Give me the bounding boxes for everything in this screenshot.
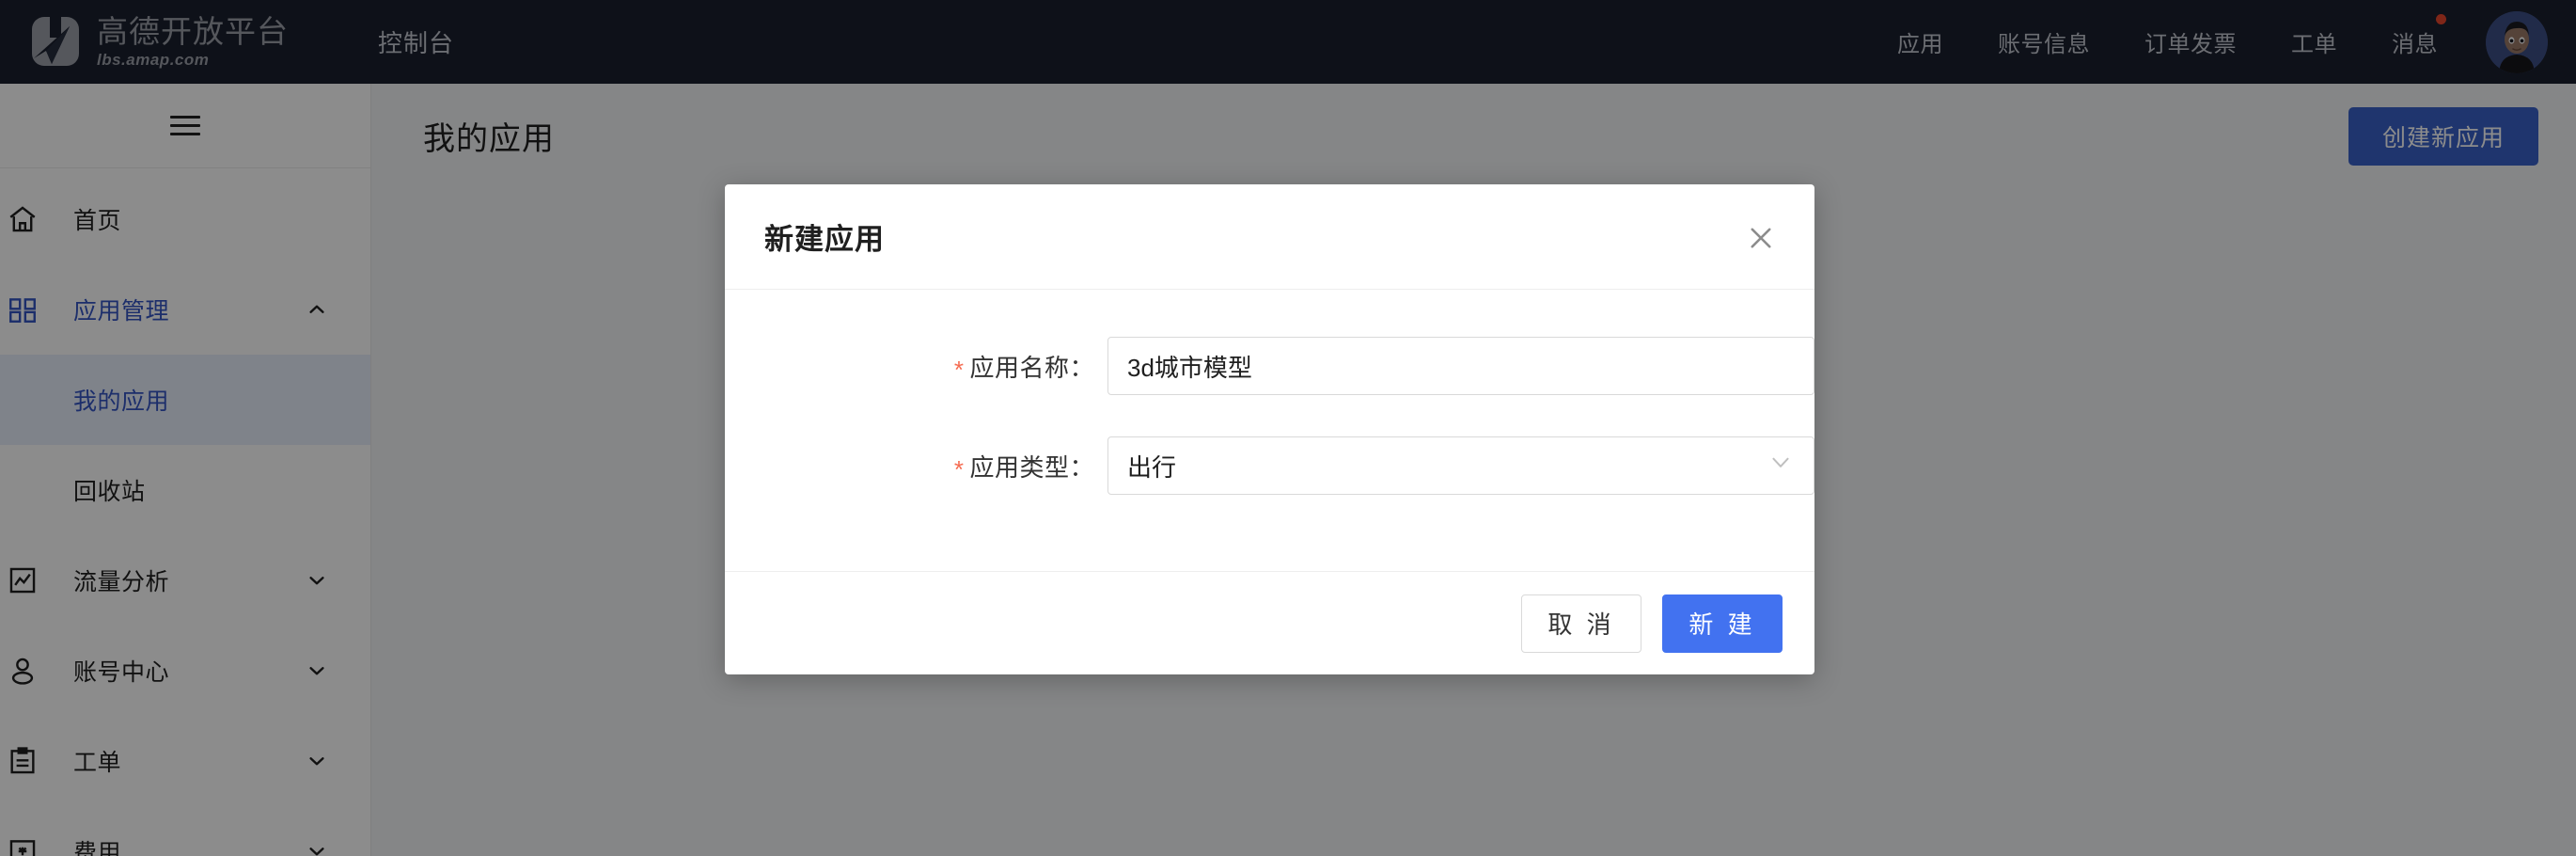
app-name-input[interactable] <box>1107 337 1814 395</box>
app-type-field-wrap: 出行 <box>1107 436 1814 495</box>
app-type-label-text: 应用类型： <box>969 452 1094 482</box>
dialog-footer: 取 消 新 建 <box>725 571 1814 674</box>
app-type-selected-value: 出行 <box>1127 452 1177 482</box>
new-app-dialog: 新建应用 *应用名称： *应用类型： <box>725 184 1814 674</box>
app-type-label: * 应用类型： <box>725 449 1107 483</box>
form-row-app-type: * 应用类型： 出行 <box>725 436 1814 495</box>
app-type-select[interactable]: 出行 <box>1107 436 1814 495</box>
form-row-app-name: * 应用名称： <box>725 337 1814 395</box>
app-name-field-wrap <box>1107 337 1814 395</box>
app-name-label-text: 应用名称： <box>969 353 1094 382</box>
close-icon[interactable] <box>1743 220 1779 256</box>
dialog-header: 新建应用 <box>725 184 1814 290</box>
chevron-down-icon <box>1768 451 1793 482</box>
required-marker: * <box>953 355 965 384</box>
confirm-create-button[interactable]: 新 建 <box>1662 594 1783 653</box>
dialog-body: *应用名称： *应用类型： 出行 <box>725 290 1814 571</box>
dialog-title: 新建应用 <box>764 223 885 256</box>
cancel-button[interactable]: 取 消 <box>1521 594 1641 653</box>
required-marker: * <box>953 454 965 483</box>
app-name-label: * 应用名称： <box>725 349 1107 384</box>
app-root: 高德开放平台 lbs.amap.com 控制台 应用 账号信息 订单发票 工单 … <box>0 0 2576 856</box>
